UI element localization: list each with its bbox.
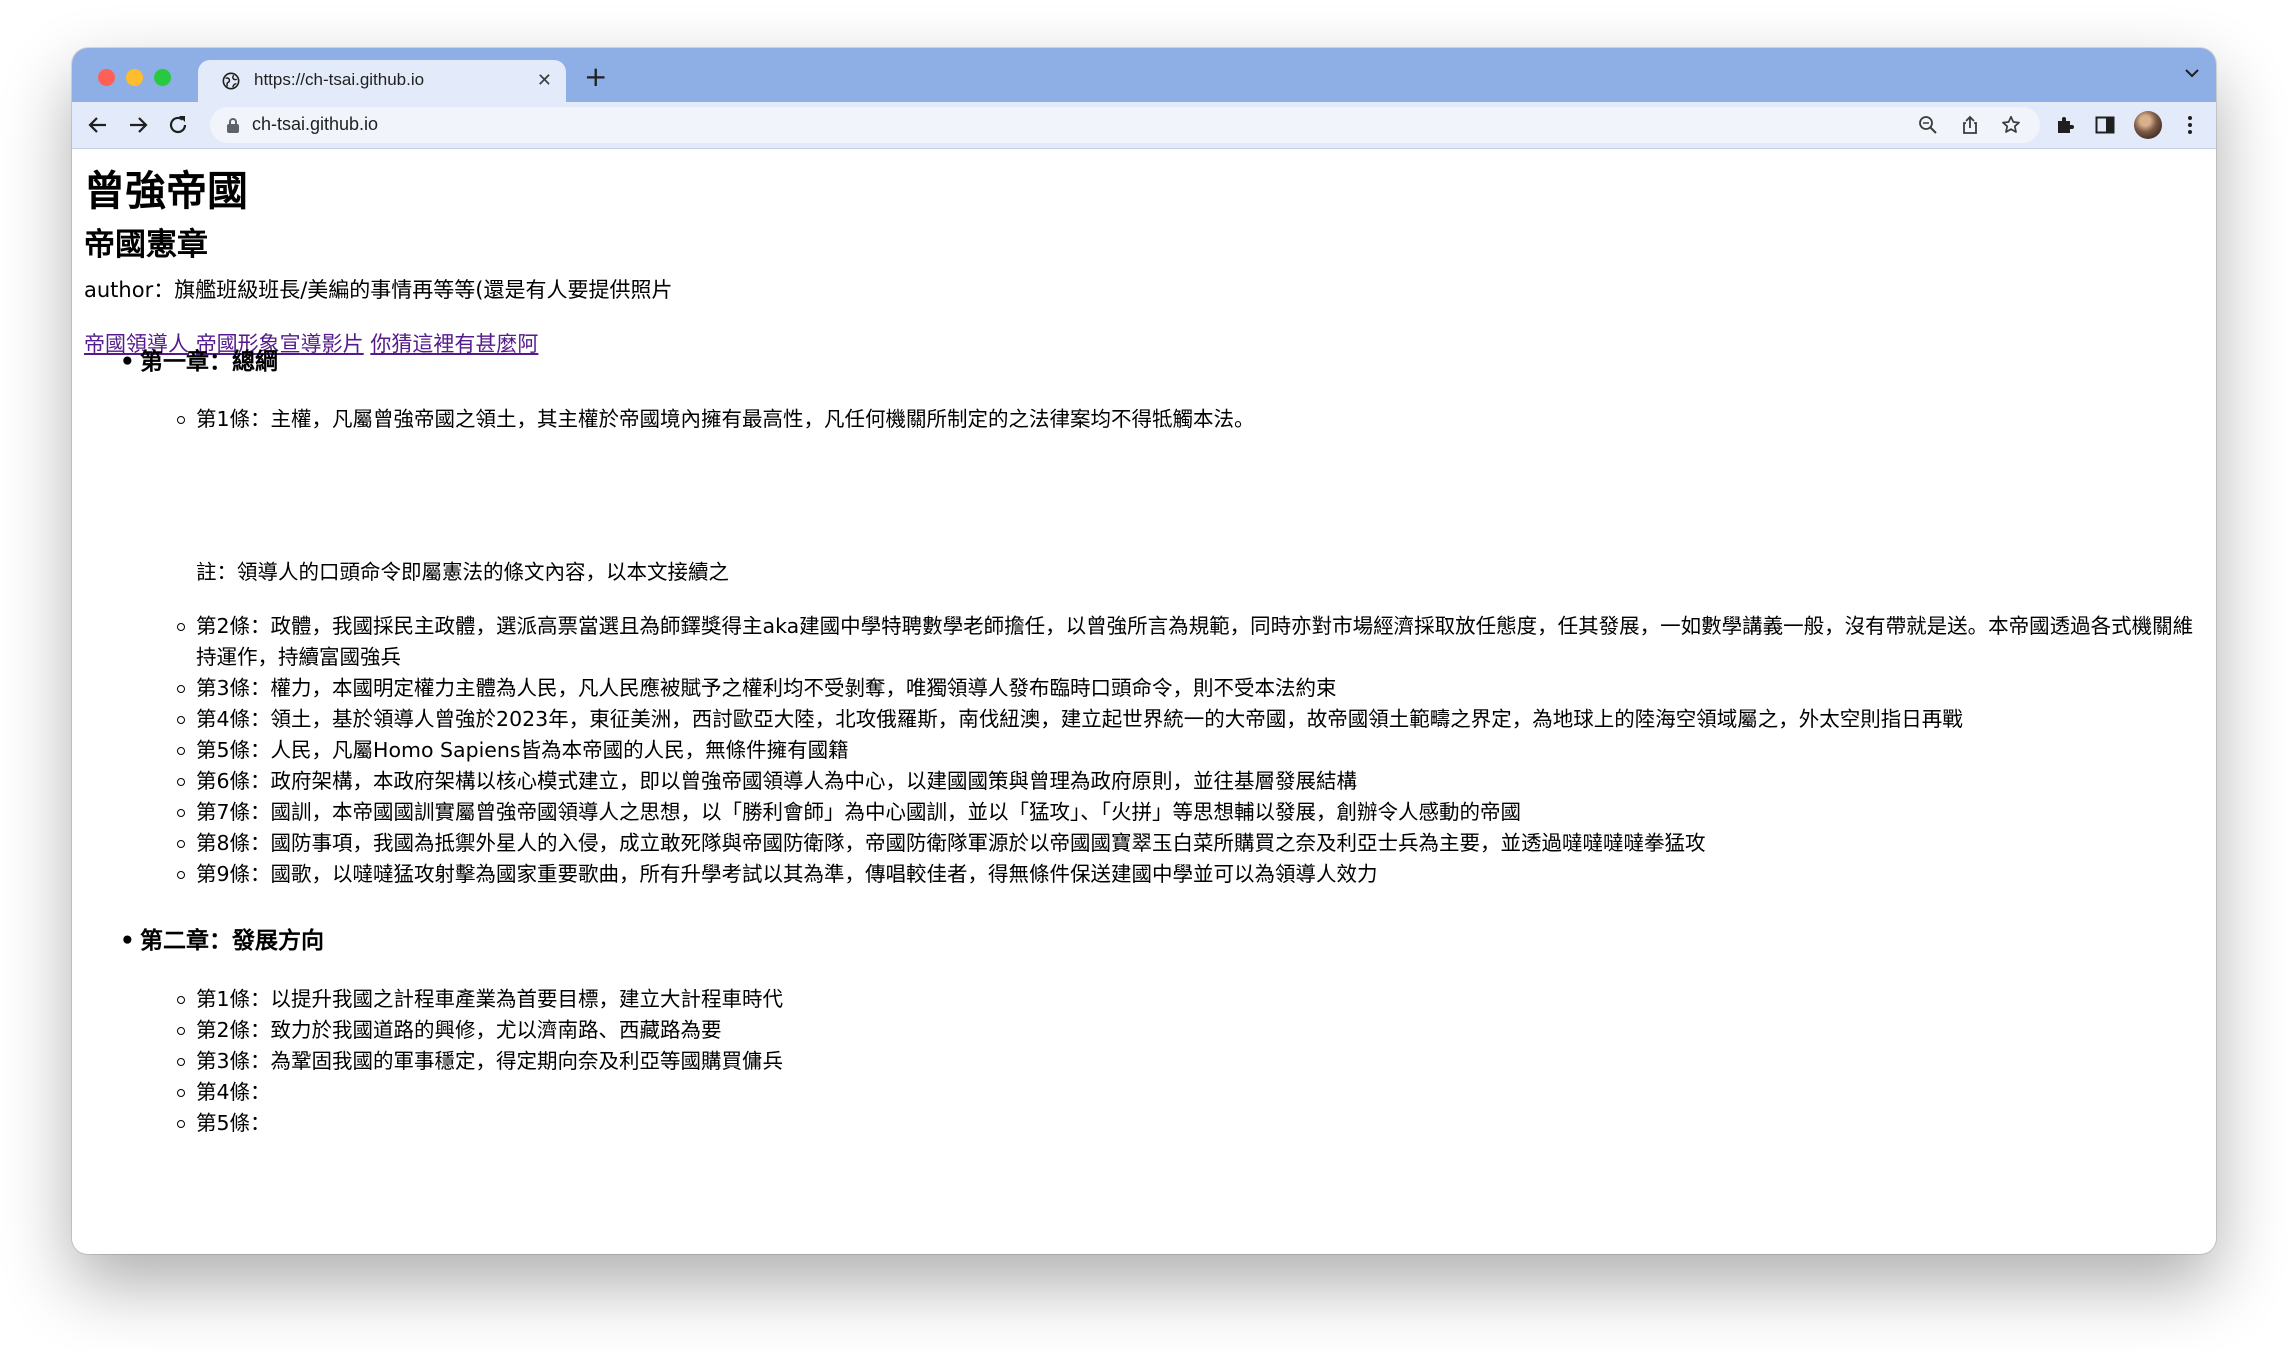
new-tab-button[interactable]: + — [584, 63, 607, 91]
extensions-puzzle-icon[interactable] — [2054, 114, 2076, 136]
back-arrow-icon[interactable] — [86, 113, 110, 137]
browser-tab[interactable]: https://ch-tsai.github.io ✕ — [198, 60, 566, 102]
chapter-1-article-6: 第6條：政府架構，本政府架構以核心模式建立，即以曾強帝國領導人為中心，以建國國策… — [176, 766, 1357, 797]
address-url: ch-tsai.github.io — [252, 114, 379, 134]
tab-close-icon[interactable]: ✕ — [537, 70, 552, 92]
globe-icon — [222, 72, 240, 90]
chapter-2-article-4: 第4條： — [177, 1077, 271, 1108]
forward-arrow-icon[interactable] — [126, 113, 150, 137]
chapter-1-article-1: 第1條：主權，凡屬曾強帝國之領土，其主權於帝國境內擁有最高性，凡任何機關所制定的… — [177, 404, 1255, 435]
chapter-1-article-2: 第2條：政體，我國採民主政體，選派高票當選且為師鐸獎得主aka建國中學特聘數學老… — [177, 611, 2196, 673]
tab-title: https://ch-tsai.github.io — [254, 70, 425, 89]
window-close-button[interactable] — [98, 69, 115, 86]
guess-link[interactable]: 你猜這裡有甚麼阿 — [370, 332, 538, 356]
browser-toolbar: ch-tsai.github.io — [72, 102, 2216, 148]
chapter-1-heading: 第一章：總綱 — [120, 347, 278, 377]
chapter-2-article-5: 第5條： — [177, 1108, 271, 1139]
window-maximize-button[interactable] — [154, 69, 171, 86]
chapter-1-article-4: 第4條：領土，基於領導人曾強於2023年，東征美洲，西討歐亞大陸，北攻俄羅斯，南… — [177, 704, 1963, 735]
author-line: author：旗艦班級班長/美編的事情再等等(還是有人要提供照片 — [84, 278, 673, 302]
tab-strip: https://ch-tsai.github.io ✕ + — [72, 48, 2216, 102]
profile-avatar[interactable] — [2134, 111, 2162, 139]
chapter-2-article-3: 第3條：為鞏固我國的軍事穩定，得定期向奈及利亞等國購買傭兵 — [176, 1046, 783, 1077]
chapter-1-article-8: 第8條：國防事項，我國為抵禦外星人的入侵，成立敢死隊與帝國防衛隊，帝國防衛隊軍源… — [177, 828, 1706, 859]
window-minimize-button[interactable] — [126, 69, 143, 86]
chapter-2-article-1: 第1條：以提升我國之計程車產業為首要目標，建立大計程車時代 — [176, 984, 783, 1015]
share-icon[interactable] — [1960, 115, 1980, 135]
reload-icon[interactable] — [166, 113, 190, 137]
chapter-2-article-2: 第2條：致力於我國道路的興修，尤以濟南路、西藏路為要 — [177, 1015, 722, 1046]
bookmark-star-icon[interactable] — [2001, 115, 2021, 135]
chapter-2-heading: 第二章：發展方向 — [120, 926, 324, 956]
browser-window: https://ch-tsai.github.io ✕ + ch-tsai.gi… — [72, 48, 2216, 1254]
page-subtitle: 帝國憲章 — [84, 227, 208, 263]
chapter-1-article-3: 第3條：權力，本國明定權力主體為人民，凡人民應被賦予之權利均不受剝奪，唯獨領導人… — [177, 673, 1337, 704]
page-content: 曾強帝國 帝國憲章 author：旗艦班級班長/美編的事情再等等(還是有人要提供… — [72, 149, 2216, 1254]
address-bar[interactable]: ch-tsai.github.io — [210, 107, 2040, 143]
chapter-1-article-5: 第5條：人民，凡屬Homo Sapiens皆為本帝國的人民，無條件擁有國籍 — [177, 735, 849, 766]
side-panel-icon[interactable] — [2094, 114, 2116, 136]
chapter-1-note: 註：領導人的口頭命令即屬憲法的條文內容，以本文接續之 — [196, 560, 729, 584]
chapter-1-article-7: 第7條：國訓，本帝國國訓實屬曾強帝國領導人之思想，以「勝利會師」為中心國訓，並以… — [176, 797, 1521, 828]
lock-icon[interactable] — [226, 117, 240, 134]
chapter-1-article-9: 第9條：國歌，以噠噠猛攻射擊為國家重要歌曲，所有升學考試以其為準，傳唱較佳者，得… — [177, 859, 1378, 890]
more-menu-icon[interactable] — [2179, 114, 2201, 136]
page-title: 曾強帝國 — [84, 167, 248, 215]
zoom-icon[interactable] — [1918, 115, 1938, 135]
tab-search-chevron-icon[interactable] — [2184, 68, 2200, 78]
